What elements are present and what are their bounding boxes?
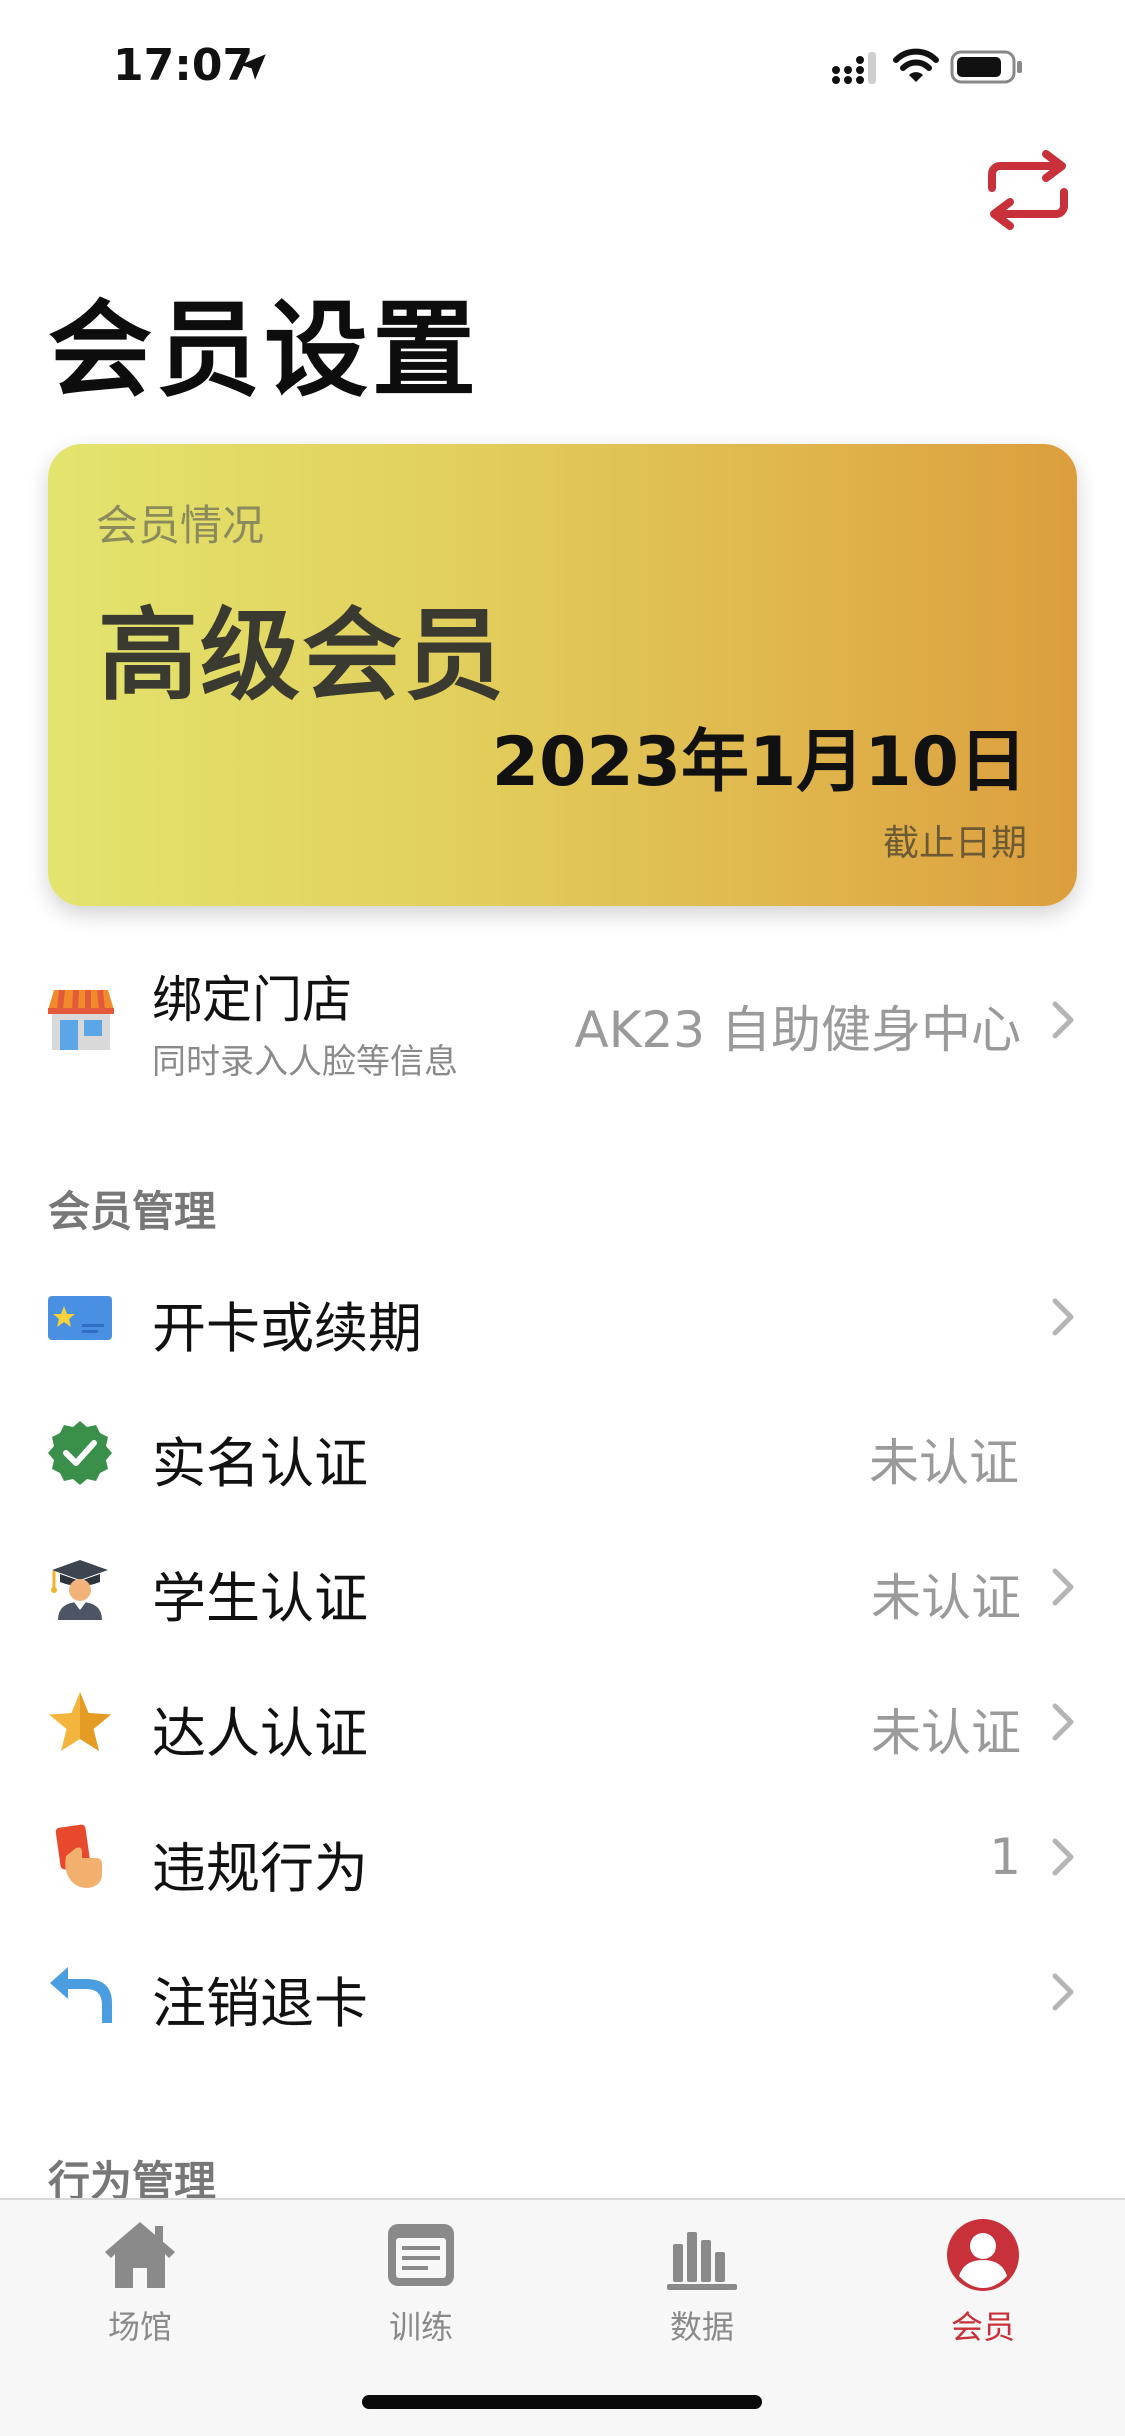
- list-item-open-renew-card[interactable]: 开卡或续期: [0, 1250, 1125, 1385]
- list-item-label: 注销退卡: [152, 1972, 368, 2035]
- list-item-label: 学生认证: [152, 1567, 368, 1630]
- chevron-right-icon: [1052, 1001, 1074, 1039]
- red-card-icon: [55, 1824, 102, 1888]
- graduate-icon: [51, 1560, 108, 1620]
- list-item-status: 未认证: [871, 1704, 1021, 1762]
- return-arrow-icon: [50, 1967, 112, 2023]
- list-item-label: 达人认证: [152, 1702, 368, 1765]
- chevron-right-icon: [1052, 1838, 1074, 1876]
- tab-data[interactable]: 数据: [602, 2216, 802, 2356]
- notepad-icon: [388, 2224, 454, 2286]
- store-icon: [48, 989, 114, 1050]
- home-icon: [105, 2222, 175, 2288]
- wifi-icon: [893, 48, 939, 82]
- home-indicator: [362, 2395, 762, 2409]
- list-item-student-verification[interactable]: 学生认证 未认证: [0, 1520, 1125, 1655]
- membership-expiry-date: 2023年1月10日: [491, 723, 1027, 802]
- list-item-label: 开卡或续期: [152, 1297, 422, 1360]
- member-management-header: 会员管理: [48, 1187, 217, 1236]
- bind-store-row[interactable]: 绑定门店 同时录入人脸等信息 AK23 自助健身中心: [0, 950, 1125, 1082]
- tab-label: 训练: [388, 2308, 453, 2346]
- tab-member[interactable]: 会员: [883, 2216, 1083, 2356]
- membership-card-icon: [48, 1296, 112, 1340]
- tab-label: 数据: [669, 2308, 734, 2346]
- member-settings-screen: 17:07 会员设置 会员情况 高级会员 2023年1月10日 截止日期 绑定门…: [0, 0, 1125, 2436]
- tab-label: 会员: [950, 2308, 1015, 2346]
- chevron-right-icon: [1052, 1973, 1074, 2011]
- bound-store-name: AK23 自助健身中心: [574, 1001, 1021, 1059]
- status-bar: 17:07: [0, 0, 1125, 132]
- list-item-label: 实名认证: [152, 1432, 368, 1495]
- cellular-signal-icon: [832, 52, 876, 84]
- chevron-right-icon: [1052, 1298, 1074, 1336]
- user-icon: [947, 2219, 1019, 2291]
- star-icon: [49, 1692, 111, 1751]
- membership-level: 高级会员: [98, 597, 506, 714]
- membership-caption: 会员情况: [96, 501, 265, 550]
- list-item-status: 未认证: [871, 1569, 1021, 1627]
- membership-card[interactable]: 会员情况 高级会员 2023年1月10日 截止日期: [48, 444, 1077, 906]
- tab-training[interactable]: 训练: [321, 2216, 521, 2356]
- status-time: 17:07: [113, 40, 254, 91]
- violation-count: 1: [989, 1828, 1021, 1886]
- membership-expiry-caption: 截止日期: [882, 823, 1027, 864]
- list-item-status: 未认证: [869, 1434, 1019, 1492]
- switch-icon[interactable]: [982, 150, 1074, 230]
- tab-venue[interactable]: 场馆: [40, 2216, 240, 2356]
- page-title: 会员设置: [48, 289, 481, 411]
- list-item-realname-verification[interactable]: 实名认证 未认证: [0, 1385, 1125, 1520]
- tab-label: 场馆: [107, 2308, 172, 2346]
- bind-store-title: 绑定门店: [152, 971, 352, 1029]
- list-item-violations[interactable]: 违规行为 1: [0, 1790, 1125, 1925]
- chevron-right-icon: [1052, 1568, 1074, 1606]
- bind-store-subtitle: 同时录入人脸等信息: [152, 1042, 458, 1082]
- bar-chart-icon: [667, 2232, 737, 2290]
- location-arrow-icon: [240, 54, 266, 80]
- list-item-label: 违规行为: [152, 1837, 368, 1900]
- battery-icon: [950, 50, 1022, 84]
- verified-badge-icon: [48, 1421, 112, 1485]
- chevron-right-icon: [1052, 1703, 1074, 1741]
- list-item-expert-verification[interactable]: 达人认证 未认证: [0, 1655, 1125, 1790]
- list-item-cancel-card[interactable]: 注销退卡: [0, 1925, 1125, 2060]
